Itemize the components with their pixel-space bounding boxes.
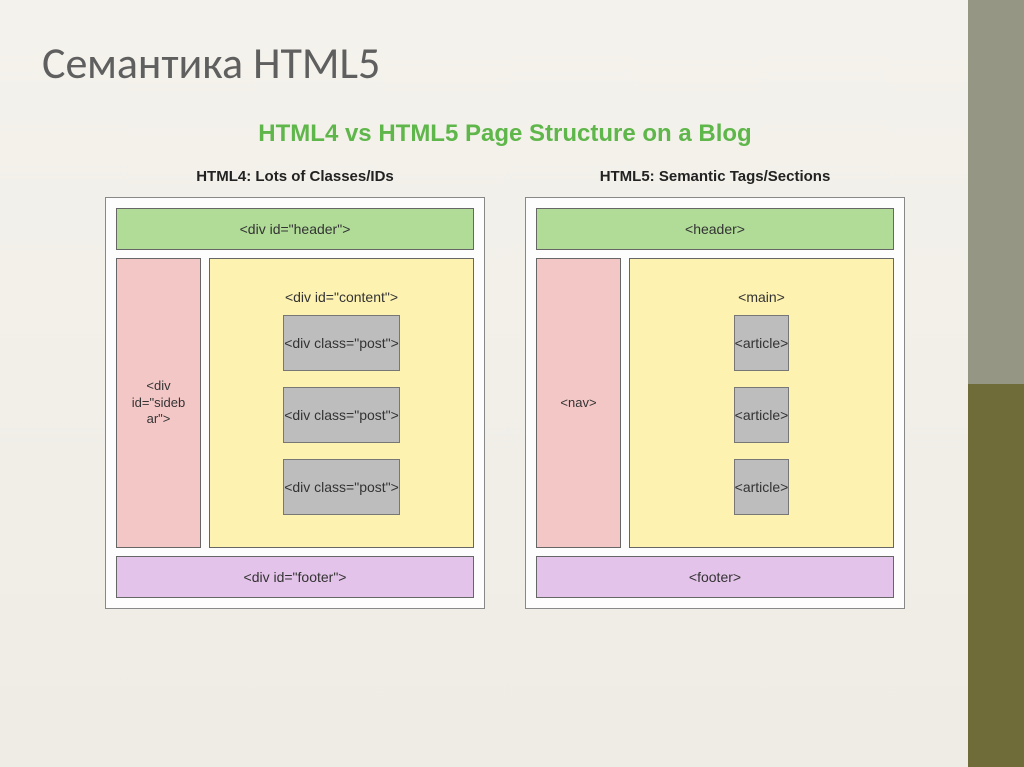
html5-footer-block: <footer>: [536, 556, 894, 598]
html4-content-block: <div id="content"> <div class="post"> <d…: [209, 258, 474, 548]
html4-content-label: <div id="content">: [285, 287, 398, 307]
html4-sidebar-block: <div id="sideb ar">: [116, 258, 201, 548]
html5-nav-block: <nav>: [536, 258, 621, 548]
html5-header-block: <header>: [536, 208, 894, 250]
html4-post-block: <div class="post">: [283, 459, 400, 515]
html5-heading: HTML5: Semantic Tags/Sections: [525, 168, 905, 185]
comparison-figure: HTML4 vs HTML5 Page Structure on a Blog …: [90, 120, 920, 609]
decorative-stripe: [968, 0, 1024, 767]
comparison-title: HTML4 vs HTML5 Page Structure on a Blog: [90, 120, 920, 148]
html4-post-block: <div class="post">: [283, 315, 400, 371]
stripe-olive: [968, 384, 1024, 767]
html4-layout: <div id="header"> <div id="sideb ar"> <d…: [105, 197, 485, 609]
html4-mid-row: <div id="sideb ar"> <div id="content"> <…: [116, 258, 474, 548]
html4-heading: HTML4: Lots of Classes/IDs: [105, 168, 485, 185]
stripe-gray: [968, 0, 1024, 384]
slide-title: Семантика HTML5: [42, 36, 380, 90]
html5-main-block: <main> <article> <article> <article>: [629, 258, 894, 548]
html5-article-block: <article>: [734, 459, 790, 515]
columns: HTML4: Lots of Classes/IDs <div id="head…: [90, 168, 920, 609]
html5-article-block: <article>: [734, 387, 790, 443]
html5-layout: <header> <nav> <main> <article> <article…: [525, 197, 905, 609]
html5-mid-row: <nav> <main> <article> <article> <articl…: [536, 258, 894, 548]
html5-main-label: <main>: [738, 287, 785, 307]
html4-post-block: <div class="post">: [283, 387, 400, 443]
html5-article-block: <article>: [734, 315, 790, 371]
html4-header-block: <div id="header">: [116, 208, 474, 250]
html5-column: HTML5: Semantic Tags/Sections <header> <…: [525, 168, 905, 609]
html4-column: HTML4: Lots of Classes/IDs <div id="head…: [105, 168, 485, 609]
html4-footer-block: <div id="footer">: [116, 556, 474, 598]
